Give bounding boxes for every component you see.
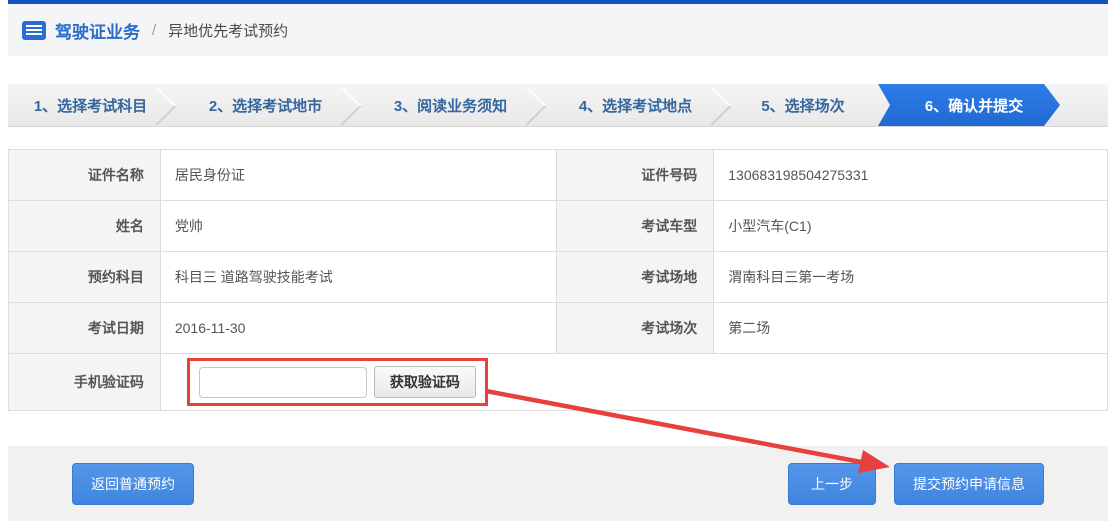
name-value: 党帅 (160, 201, 557, 252)
step-1-select-subject: 1、选择考试科目 (8, 84, 173, 126)
cert-number-label: 证件号码 (557, 150, 714, 201)
sms-code-input[interactable] (199, 367, 367, 398)
table-row: 考试日期 2016-11-30 考试场次 第二场 (9, 303, 1108, 354)
cert-name-value: 居民身份证 (160, 150, 557, 201)
spacer (0, 56, 1117, 84)
table-row: 证件名称 居民身份证 证件号码 130683198504275331 (9, 150, 1108, 201)
table-row-captcha: 手机验证码 获取验证码 (9, 354, 1108, 411)
exam-site-value: 渭南科目三第一考场 (714, 252, 1108, 303)
spacer (0, 127, 1117, 149)
step-5-select-session: 5、选择场次 (728, 84, 878, 126)
action-bar-right: 上一步 提交预约申请信息 (788, 463, 1044, 505)
subject-label: 预约科目 (9, 252, 161, 303)
sms-code-cell: 获取验证码 (160, 354, 1107, 411)
submit-booking-button[interactable]: 提交预约申请信息 (894, 463, 1044, 505)
cert-number-value: 130683198504275331 (714, 150, 1108, 201)
exam-site-label: 考试场地 (557, 252, 714, 303)
step-progress-bar: 1、选择考试科目 2、选择考试地市 3、阅读业务须知 4、选择考试地点 5、选择… (8, 84, 1108, 127)
name-label: 姓名 (9, 201, 161, 252)
get-sms-code-button[interactable]: 获取验证码 (374, 366, 476, 398)
exam-session-label: 考试场次 (557, 303, 714, 354)
step-4-select-site: 4、选择考试地点 (543, 84, 728, 126)
step-bar-filler (1060, 84, 1108, 126)
spacer (0, 411, 1117, 446)
breadcrumb-section[interactable]: 驾驶证业务 (55, 18, 140, 43)
table-row: 预约科目 科目三 道路驾驶技能考试 考试场地 渭南科目三第一考场 (9, 252, 1108, 303)
confirmation-table: 证件名称 居民身份证 证件号码 130683198504275331 姓名 党帅… (8, 149, 1108, 411)
cert-name-label: 证件名称 (9, 150, 161, 201)
vehicle-type-value: 小型汽车(C1) (714, 201, 1108, 252)
action-bar: 返回普通预约 上一步 提交预约申请信息 (8, 446, 1108, 521)
exam-date-label: 考试日期 (9, 303, 161, 354)
step-2-select-city: 2、选择考试地市 (173, 84, 358, 126)
previous-step-button[interactable]: 上一步 (788, 463, 876, 505)
page-title: 异地优先考试预约 (168, 20, 288, 41)
exam-date-value: 2016-11-30 (160, 303, 557, 354)
red-highlight-box: 获取验证码 (187, 358, 488, 406)
breadcrumb: 驾驶证业务 / 异地优先考试预约 (8, 4, 1108, 56)
breadcrumb-divider: / (152, 22, 156, 39)
list-icon (22, 21, 46, 40)
sms-code-label: 手机验证码 (9, 354, 161, 411)
vehicle-type-label: 考试车型 (557, 201, 714, 252)
subject-value: 科目三 道路驾驶技能考试 (160, 252, 557, 303)
exam-session-value: 第二场 (714, 303, 1108, 354)
step-3-read-notice: 3、阅读业务须知 (358, 84, 543, 126)
back-to-normal-booking-button[interactable]: 返回普通预约 (72, 463, 194, 505)
table-row: 姓名 党帅 考试车型 小型汽车(C1) (9, 201, 1108, 252)
step-6-confirm-submit: 6、确认并提交 (878, 84, 1060, 126)
